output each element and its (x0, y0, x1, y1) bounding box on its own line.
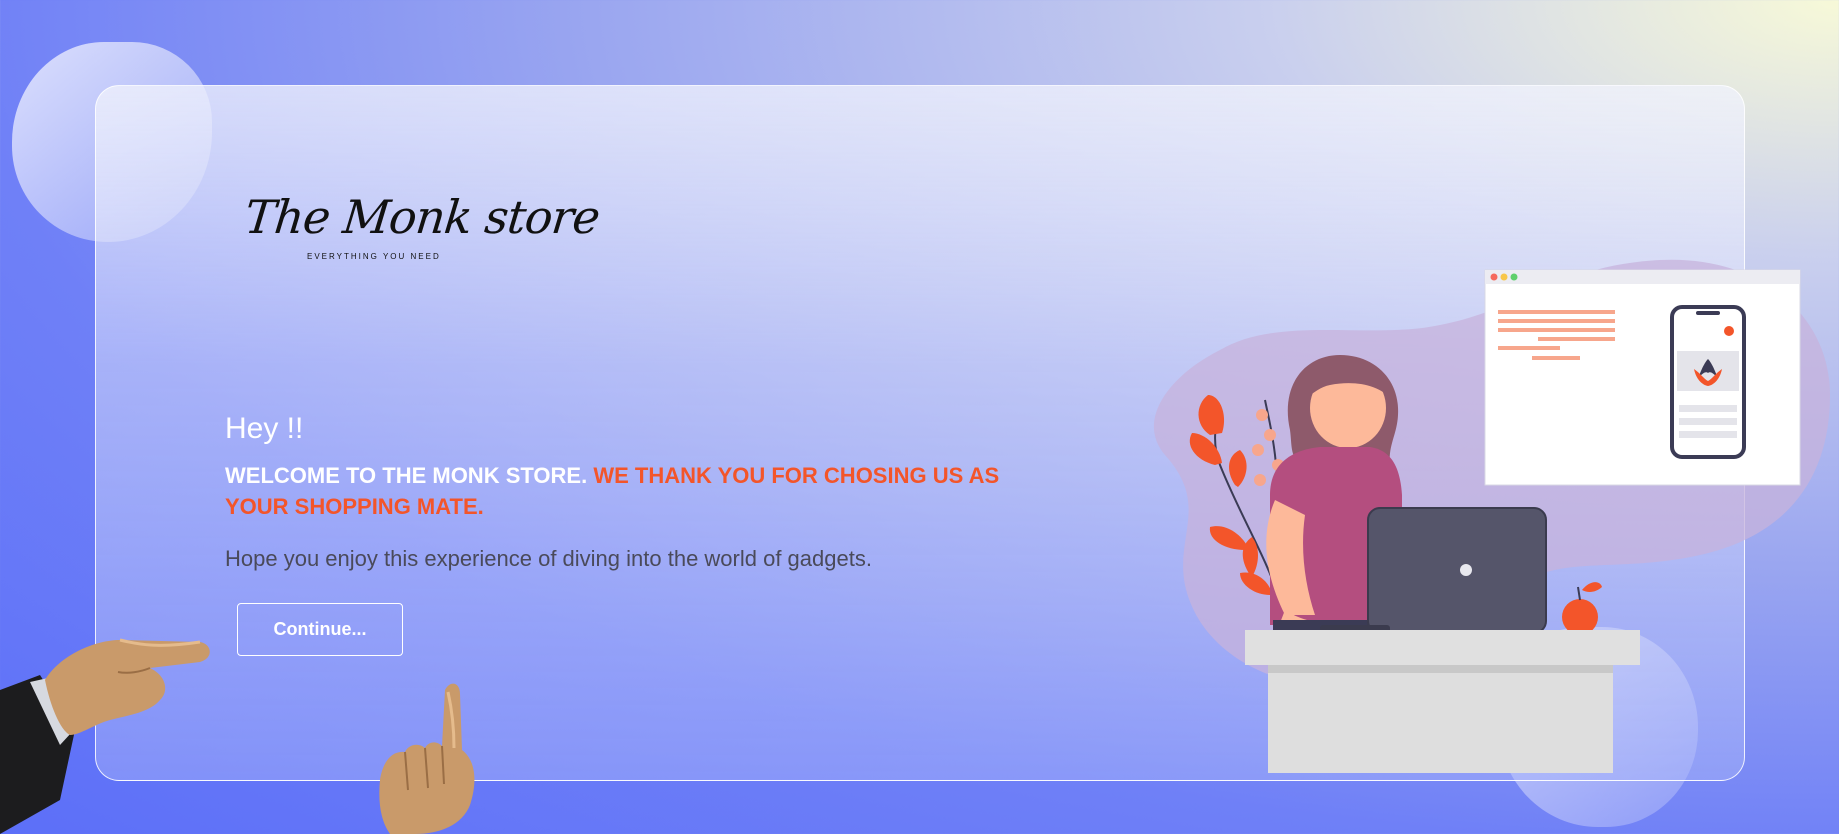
apple-graphic (1562, 582, 1602, 635)
greeting-heading: Hey !! (225, 412, 304, 445)
subtitle-text: Hope you enjoy this experience of diving… (225, 546, 872, 571)
welcome-text-white: WELCOME TO THE MONK STORE. (225, 463, 588, 488)
pointing-hand-left-icon (0, 638, 210, 834)
welcome-message: WELCOME TO THE MONK STORE. WE THANK YOU … (225, 460, 1025, 522)
pointing-hand-up-icon (379, 683, 475, 834)
logo-tagline: EVERYTHING YOU NEED (307, 252, 441, 261)
browser-window-graphic (1484, 269, 1801, 486)
desk-graphic (1245, 630, 1640, 773)
continue-button[interactable]: Continue... (237, 603, 403, 656)
brand-logo: The Monk store EVERYTHING YOU NEED (242, 190, 602, 270)
hero-illustration (1153, 259, 1830, 773)
logo-text: The Monk store (242, 190, 602, 244)
